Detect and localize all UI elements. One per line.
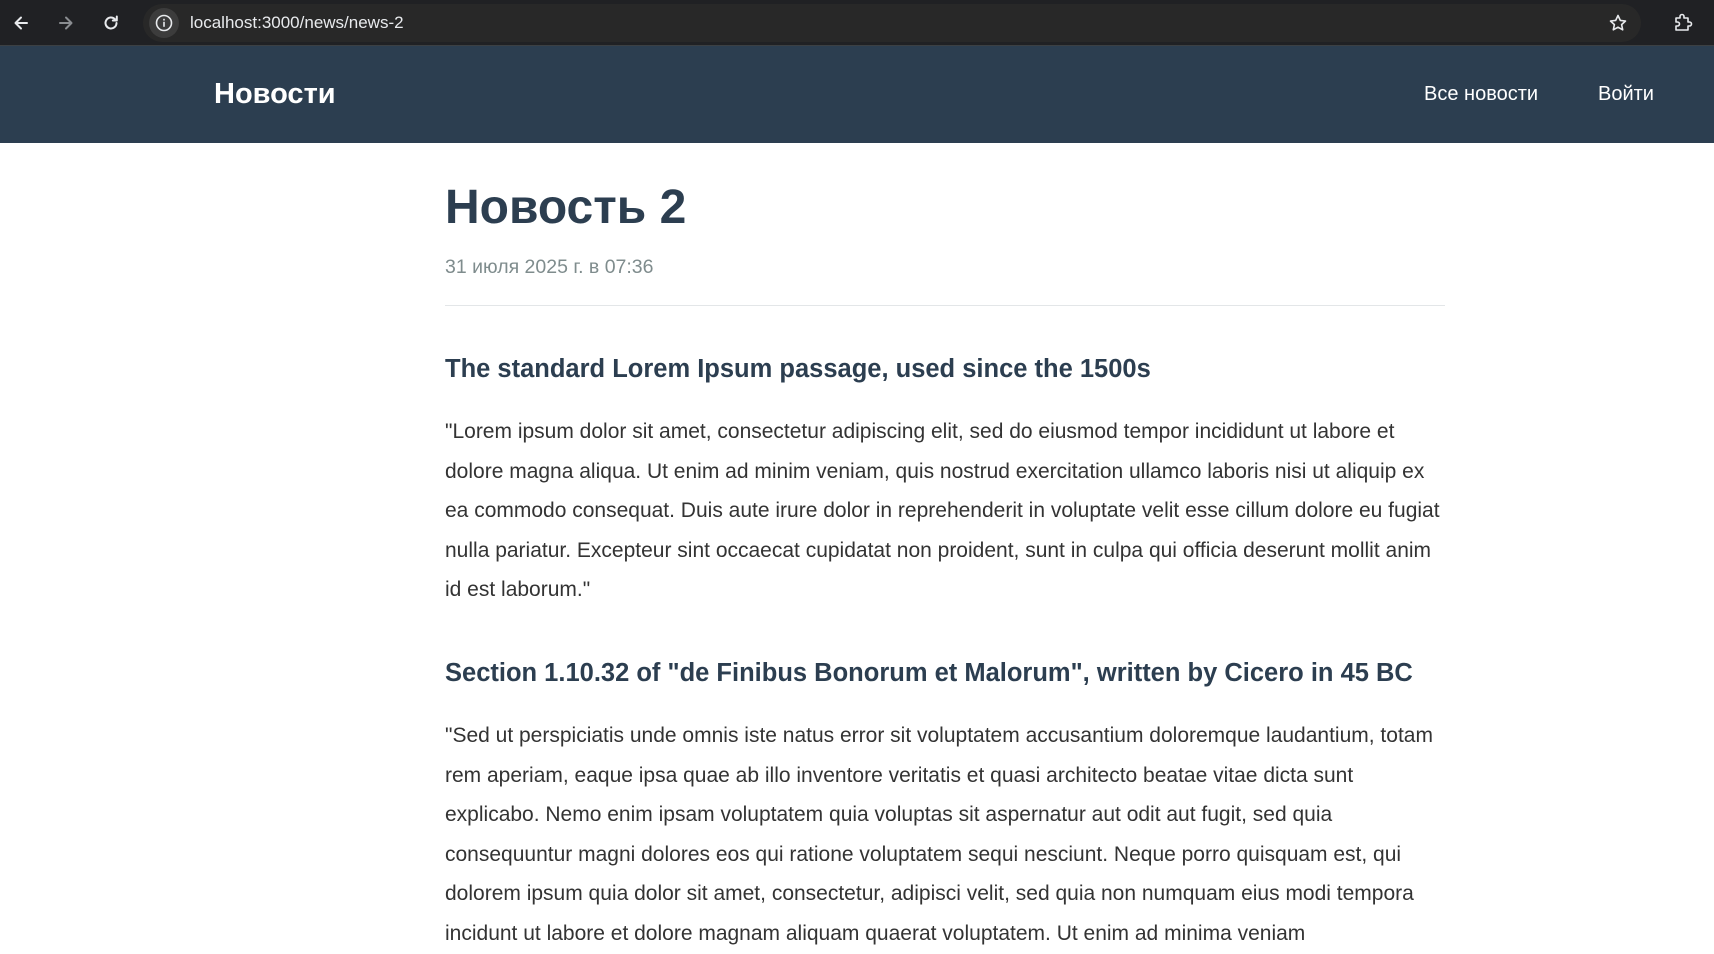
section-heading: Section 1.10.32 of "de Finibus Bonorum e… — [445, 659, 1413, 687]
extensions-button[interactable] — [1666, 6, 1700, 40]
back-button[interactable] — [4, 6, 38, 40]
extensions-icon — [1675, 13, 1693, 31]
arrow-left-icon — [14, 16, 28, 30]
article-date: 31 июля 2025 г. в 07:36 — [445, 256, 654, 278]
nav-all-news-link[interactable]: Все новости — [1424, 46, 1538, 143]
article-title: Новость 2 — [445, 181, 687, 234]
bookmark-button[interactable] — [1601, 6, 1635, 40]
divider — [445, 305, 1445, 306]
site-info-button[interactable] — [149, 8, 179, 38]
address-bar[interactable]: localhost:3000/news/news-2 — [143, 4, 1641, 42]
arrow-right-icon — [59, 16, 73, 30]
reload-icon — [104, 15, 118, 30]
url-text[interactable]: localhost:3000/news/news-2 — [190, 4, 404, 42]
site-header: Новости Все новости Войти — [0, 46, 1714, 143]
info-icon — [155, 14, 173, 32]
section-heading: The standard Lorem Ipsum passage, used s… — [445, 355, 1151, 383]
browser-toolbar: localhost:3000/news/news-2 — [0, 0, 1714, 46]
section-paragraph: "Lorem ipsum dolor sit amet, consectetur… — [445, 420, 1440, 602]
section-paragraph: "Sed ut perspiciatis unde omnis iste nat… — [445, 724, 1433, 945]
reload-button[interactable] — [94, 6, 128, 40]
site-logo-link[interactable]: Новости — [214, 46, 336, 143]
forward-button[interactable] — [49, 6, 83, 40]
star-icon — [1609, 14, 1627, 31]
nav-login-link[interactable]: Войти — [1598, 46, 1654, 143]
